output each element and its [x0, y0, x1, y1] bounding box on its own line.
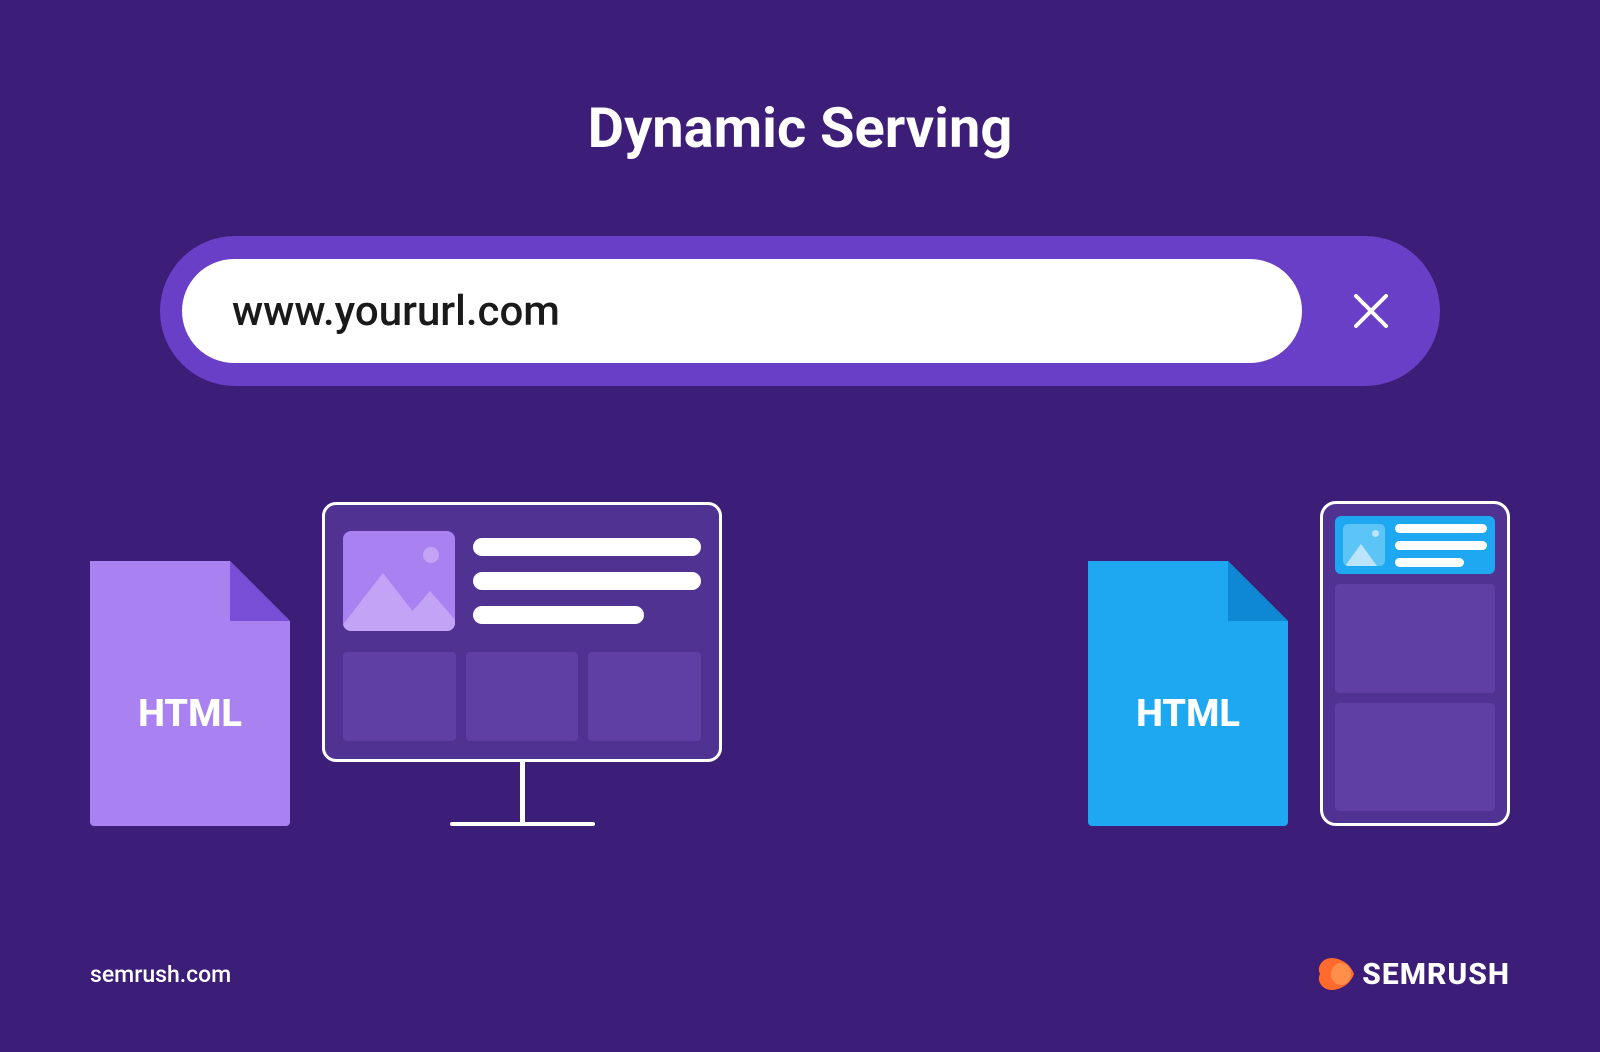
devices-row: HTML [0, 386, 1600, 826]
mobile-image-placeholder-icon [1343, 524, 1385, 566]
file-fold-icon [1228, 561, 1288, 621]
page-title: Dynamic Serving [0, 0, 1600, 161]
content-card-icon [466, 652, 579, 741]
file-label-desktop: HTML [138, 692, 242, 736]
flame-icon [1314, 956, 1350, 992]
image-placeholder-icon [343, 531, 455, 631]
footer: semrush.com SEMRUSH [0, 956, 1600, 992]
content-card-icon [343, 652, 456, 741]
mobile-content-card-icon [1335, 703, 1495, 812]
close-icon [1347, 287, 1395, 335]
brand-name: SEMRUSH [1362, 957, 1510, 992]
mobile-group: HTML [1088, 501, 1510, 826]
brand-logo: SEMRUSH [1314, 956, 1510, 992]
search-bar-container: www.yoururl.com [160, 236, 1440, 386]
html-file-mobile-icon: HTML [1088, 561, 1288, 826]
mobile-content-card-icon [1335, 584, 1495, 693]
url-input-display: www.yoururl.com [182, 259, 1302, 363]
file-fold-icon [230, 561, 290, 621]
footer-site-text: semrush.com [90, 961, 231, 988]
desktop-monitor-icon [322, 502, 722, 826]
file-label-mobile: HTML [1136, 692, 1240, 736]
desktop-group: HTML [90, 501, 722, 826]
content-card-icon [588, 652, 701, 741]
mobile-text-lines-icon [1395, 524, 1487, 567]
text-lines-icon [473, 538, 701, 624]
html-file-desktop-icon: HTML [90, 561, 290, 826]
mobile-phone-icon [1320, 501, 1510, 826]
